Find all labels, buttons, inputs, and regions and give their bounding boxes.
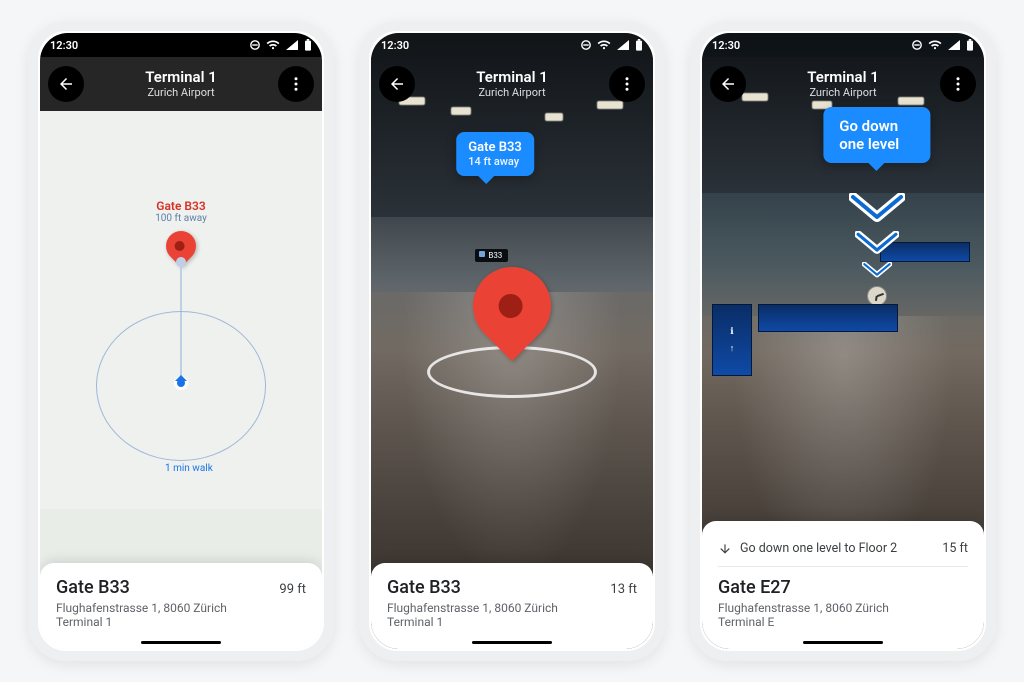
more-vert-icon (949, 75, 967, 93)
destination-distance: 100 ft away (155, 213, 207, 224)
next-step-row: Go down one level to Floor 2 15 ft (718, 535, 968, 567)
dnd-icon (912, 40, 922, 50)
card-sublocation: Terminal E (718, 615, 968, 629)
card-sublocation: Terminal 1 (56, 615, 306, 629)
overflow-menu-button[interactable] (278, 66, 314, 102)
back-button[interactable] (710, 66, 746, 102)
stage: 12:30 Terminal 1 Zurich Airport (0, 0, 1024, 682)
status-bar: 12:30 (40, 33, 322, 57)
battery-icon (304, 39, 312, 51)
dnd-icon (581, 40, 591, 50)
ar-destination-pin-icon (473, 267, 551, 345)
status-icons (912, 39, 974, 51)
map-destination-label: Gate B33 100 ft away (155, 199, 207, 224)
wifi-icon (266, 40, 280, 50)
card-address: Flughafenstrasse 1, 8060 Zürich (718, 601, 968, 615)
arrow-left-icon (57, 75, 75, 93)
clock: 12:30 (50, 39, 78, 52)
callout-distance: 14 ft away (468, 155, 522, 168)
arrow-left-icon (388, 75, 406, 93)
home-indicator (141, 641, 221, 644)
destination-card[interactable]: Gate B33 13 ft Flughafenstrasse 1, 8060 … (371, 563, 653, 649)
home-indicator (472, 641, 552, 644)
destination-card[interactable]: Go down one level to Floor 2 15 ft Gate … (702, 521, 984, 649)
departures-board (758, 304, 898, 332)
card-address: Flughafenstrasse 1, 8060 Zürich (56, 601, 306, 615)
gate-sign: B33 (475, 249, 508, 262)
phone-ar-pin-view: B33 Gate B33 14 ft away 12:30 (359, 21, 665, 661)
overflow-menu-button[interactable] (609, 66, 645, 102)
status-icons (250, 39, 312, 51)
wayfinding-sign: ℹ↑ (712, 304, 752, 376)
back-button[interactable] (48, 66, 84, 102)
phone-ar-direction-view: ℹ↑ Go down one level 12:30 (690, 21, 996, 661)
chevron-down-icon (849, 193, 905, 227)
clock: 12:30 (712, 39, 740, 52)
arrow-left-icon (719, 75, 737, 93)
status-bar: 12:30 (371, 33, 653, 57)
battery-icon (635, 39, 643, 51)
overflow-menu-button[interactable] (940, 66, 976, 102)
card-distance: 99 ft (279, 582, 306, 597)
ar-instruction-callout: Go down one level (823, 107, 930, 163)
home-indicator (803, 641, 883, 644)
app-bar: Terminal 1 Zurich Airport (371, 57, 653, 111)
dnd-icon (250, 40, 260, 50)
signal-icon (617, 40, 629, 50)
screen: ℹ↑ Go down one level 12:30 (702, 33, 984, 649)
app-bar: Terminal 1 Zurich Airport (40, 57, 322, 111)
callout-title: Gate B33 (468, 140, 522, 155)
ar-down-chevrons (849, 193, 905, 280)
ar-callout: Gate B33 14 ft away (456, 132, 534, 176)
more-vert-icon (287, 75, 305, 93)
battery-icon (966, 39, 974, 51)
wall-clock (867, 286, 887, 306)
status-icons (581, 39, 643, 51)
card-title: Gate B33 (387, 577, 461, 598)
instruction-text: Go down one level (839, 117, 899, 153)
screen: B33 Gate B33 14 ft away 12:30 (371, 33, 653, 649)
card-title: Gate E27 (718, 577, 791, 598)
card-address: Flughafenstrasse 1, 8060 Zürich (387, 601, 637, 615)
wifi-icon (928, 40, 942, 50)
destination-name: Gate B33 (155, 199, 207, 213)
status-bar: 12:30 (702, 33, 984, 57)
chevron-down-icon (855, 231, 899, 258)
clock: 12:30 (381, 39, 409, 52)
phone-map-view: 12:30 Terminal 1 Zurich Airport (28, 21, 334, 661)
chevron-down-icon (862, 262, 892, 280)
walk-time-label: 1 min walk (165, 463, 213, 474)
screen: 12:30 Terminal 1 Zurich Airport (40, 33, 322, 649)
back-button[interactable] (379, 66, 415, 102)
card-sublocation: Terminal 1 (387, 615, 637, 629)
card-title: Gate B33 (56, 577, 130, 598)
step-distance: 15 ft (942, 541, 968, 556)
ar-camera-view[interactable]: B33 Gate B33 14 ft away (371, 33, 653, 649)
step-text: Go down one level to Floor 2 (740, 541, 897, 556)
more-vert-icon (618, 75, 636, 93)
destination-card[interactable]: Gate B33 99 ft Flughafenstrasse 1, 8060 … (40, 563, 322, 649)
signal-icon (948, 40, 960, 50)
card-distance: 13 ft (610, 582, 637, 597)
current-location-dot (174, 376, 188, 390)
arrow-down-icon (718, 542, 732, 556)
signal-icon (286, 40, 298, 50)
app-bar: Terminal 1 Zurich Airport (702, 57, 984, 111)
wifi-icon (597, 40, 611, 50)
